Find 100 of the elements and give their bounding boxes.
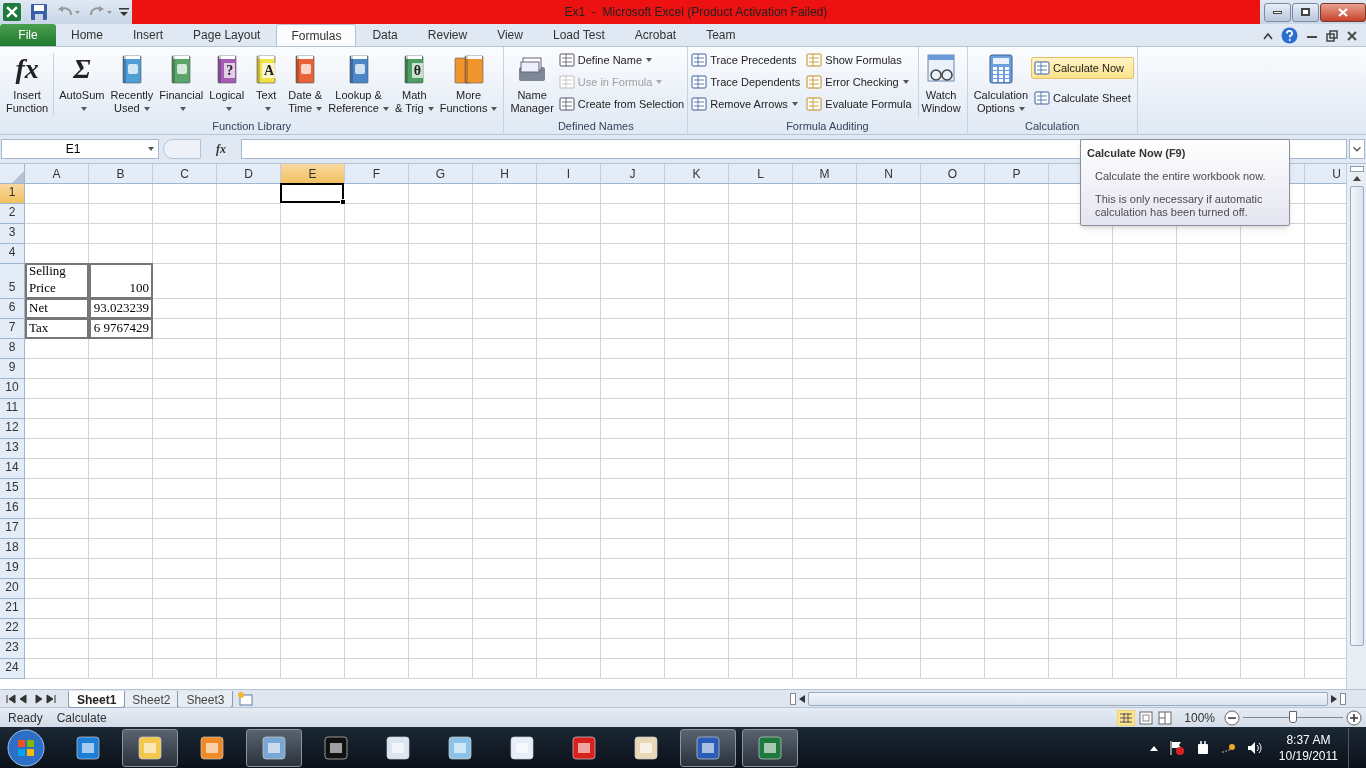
sheet-tab[interactable]: Sheet2: [123, 690, 180, 708]
flag-icon[interactable]: [1168, 739, 1185, 756]
row-header[interactable]: 6: [0, 299, 25, 319]
normal-view-icon[interactable]: [1117, 709, 1136, 726]
column-header[interactable]: B: [89, 164, 153, 183]
row-header[interactable]: 14: [0, 459, 25, 479]
zoom-out-icon[interactable]: [1224, 709, 1240, 726]
row-header[interactable]: 2: [0, 204, 25, 224]
ribbon-button[interactable]: θ Math & Trig: [391, 47, 437, 117]
insert-function-button[interactable]: fx: [203, 139, 239, 159]
ribbon-command[interactable]: Trace Dependents: [691, 73, 801, 91]
row-header[interactable]: 11: [0, 399, 25, 419]
ribbon-command[interactable]: Trace Precedents: [691, 51, 801, 69]
row-header[interactable]: 20: [0, 579, 25, 599]
name-box[interactable]: E1: [1, 139, 159, 159]
sheet-tab[interactable]: Sheet3: [177, 690, 234, 708]
row-header[interactable]: 9: [0, 359, 25, 379]
ribbon-button[interactable]: Financial: [156, 47, 207, 117]
column-header[interactable]: I: [537, 164, 601, 183]
ribbon-button[interactable]: ? Logical: [206, 47, 248, 117]
row-header[interactable]: 7: [0, 319, 25, 339]
vertical-scrollbar[interactable]: [1346, 164, 1366, 689]
file-tab[interactable]: File: [0, 24, 56, 46]
zoom-slider[interactable]: [1243, 710, 1343, 725]
restore-icon[interactable]: [1326, 29, 1338, 42]
column-header[interactable]: A: [25, 164, 89, 183]
ribbon-button[interactable]: Lookup & Reference: [325, 47, 392, 117]
ribbon-button[interactable]: Calculation Options: [970, 47, 1032, 117]
ribbon-command[interactable]: Error Checking: [806, 73, 912, 91]
ribbon-tab[interactable]: Review: [413, 24, 482, 46]
scroll-up-icon[interactable]: [1351, 174, 1362, 182]
ribbon-tab[interactable]: Team: [692, 24, 750, 46]
row-header[interactable]: 24: [0, 659, 25, 679]
start-button-icon[interactable]: [7, 728, 45, 767]
excel-logo-icon[interactable]: [3, 3, 21, 21]
column-header[interactable]: H: [473, 164, 537, 183]
column-header[interactable]: E: [281, 164, 345, 183]
ribbon-command[interactable]: Calculate Now: [1031, 57, 1134, 79]
column-header[interactable]: F: [345, 164, 409, 183]
ribbon-tab[interactable]: Acrobat: [620, 24, 691, 46]
column-header[interactable]: M: [793, 164, 857, 183]
row-header[interactable]: 17: [0, 519, 25, 539]
row-header[interactable]: 4: [0, 244, 25, 264]
ribbon-button[interactable]: Date & Time: [285, 47, 326, 117]
row-header[interactable]: 18: [0, 539, 25, 559]
ribbon-tab[interactable]: Home: [57, 24, 117, 46]
zoom-slider-thumb[interactable]: [1289, 710, 1297, 723]
save-icon[interactable]: [30, 4, 47, 20]
ribbon-command[interactable]: Evaluate Formula: [806, 95, 912, 113]
row-header[interactable]: 3: [0, 224, 25, 244]
ribbon-tab[interactable]: View: [483, 24, 537, 46]
page-layout-icon[interactable]: [1138, 709, 1155, 726]
sheet-tab[interactable]: Sheet1: [68, 690, 126, 708]
taskbar-app[interactable]: [246, 728, 302, 767]
ribbon-tab[interactable]: Formulas: [276, 24, 357, 46]
column-header[interactable]: G: [409, 164, 473, 183]
scroll-thumb[interactable]: [808, 691, 1328, 706]
close-button[interactable]: [1320, 2, 1366, 22]
ribbon-tab[interactable]: Insert: [119, 24, 178, 46]
row-header[interactable]: 19: [0, 559, 25, 579]
column-header[interactable]: N: [857, 164, 921, 183]
zoom-level[interactable]: 100%: [1184, 708, 1215, 727]
scroll-thumb[interactable]: [1349, 186, 1364, 646]
ribbon-command[interactable]: Remove Arrows: [691, 95, 801, 113]
help-icon[interactable]: [1281, 27, 1298, 44]
collapse-ribbon-icon[interactable]: [1263, 31, 1273, 40]
row-header[interactable]: 13: [0, 439, 25, 459]
horizontal-scrollbar[interactable]: [790, 690, 1346, 707]
column-header[interactable]: L: [729, 164, 793, 183]
row-header[interactable]: 15: [0, 479, 25, 499]
row-header[interactable]: 22: [0, 619, 25, 639]
page-break-icon[interactable]: [1157, 709, 1174, 726]
column-header[interactable]: C: [153, 164, 217, 183]
taskbar-app[interactable]: [122, 728, 178, 767]
row-header[interactable]: 12: [0, 419, 25, 439]
ribbon-tab[interactable]: Data: [358, 24, 412, 46]
column-header[interactable]: K: [665, 164, 729, 183]
restore-button[interactable]: [1292, 2, 1319, 22]
scroll-left-icon[interactable]: [798, 693, 806, 704]
ribbon-button[interactable]: fx Insert Function: [3, 47, 52, 117]
ribbon-command[interactable]: Show Formulas: [806, 51, 912, 69]
column-header[interactable]: J: [601, 164, 665, 183]
clock[interactable]: 8:37 AM 10/19/2011: [1278, 731, 1338, 764]
ribbon-button[interactable]: A Text: [247, 47, 286, 117]
row-header[interactable]: 16: [0, 499, 25, 519]
column-header[interactable]: O: [921, 164, 985, 183]
ribbon-command[interactable]: Create from Selection: [558, 95, 685, 113]
row-header[interactable]: 10: [0, 379, 25, 399]
taskbar-app[interactable]: [742, 728, 798, 767]
ribbon-button[interactable]: More Functions: [436, 47, 501, 117]
row-header[interactable]: 23: [0, 639, 25, 659]
ribbon-button[interactable]: Σ AutoSum: [56, 47, 108, 117]
ribbon-button[interactable]: Recently Used: [107, 47, 157, 117]
ribbon-command[interactable]: Calculate Sheet: [1031, 87, 1134, 109]
scroll-right-icon[interactable]: [1330, 693, 1338, 704]
fill-handle[interactable]: [340, 199, 346, 205]
row-header[interactable]: 1: [0, 184, 25, 204]
ribbon-tab[interactable]: Load Test: [538, 24, 619, 46]
expand-icon[interactable]: [1349, 139, 1365, 159]
formula-bar-handle[interactable]: [163, 139, 201, 159]
